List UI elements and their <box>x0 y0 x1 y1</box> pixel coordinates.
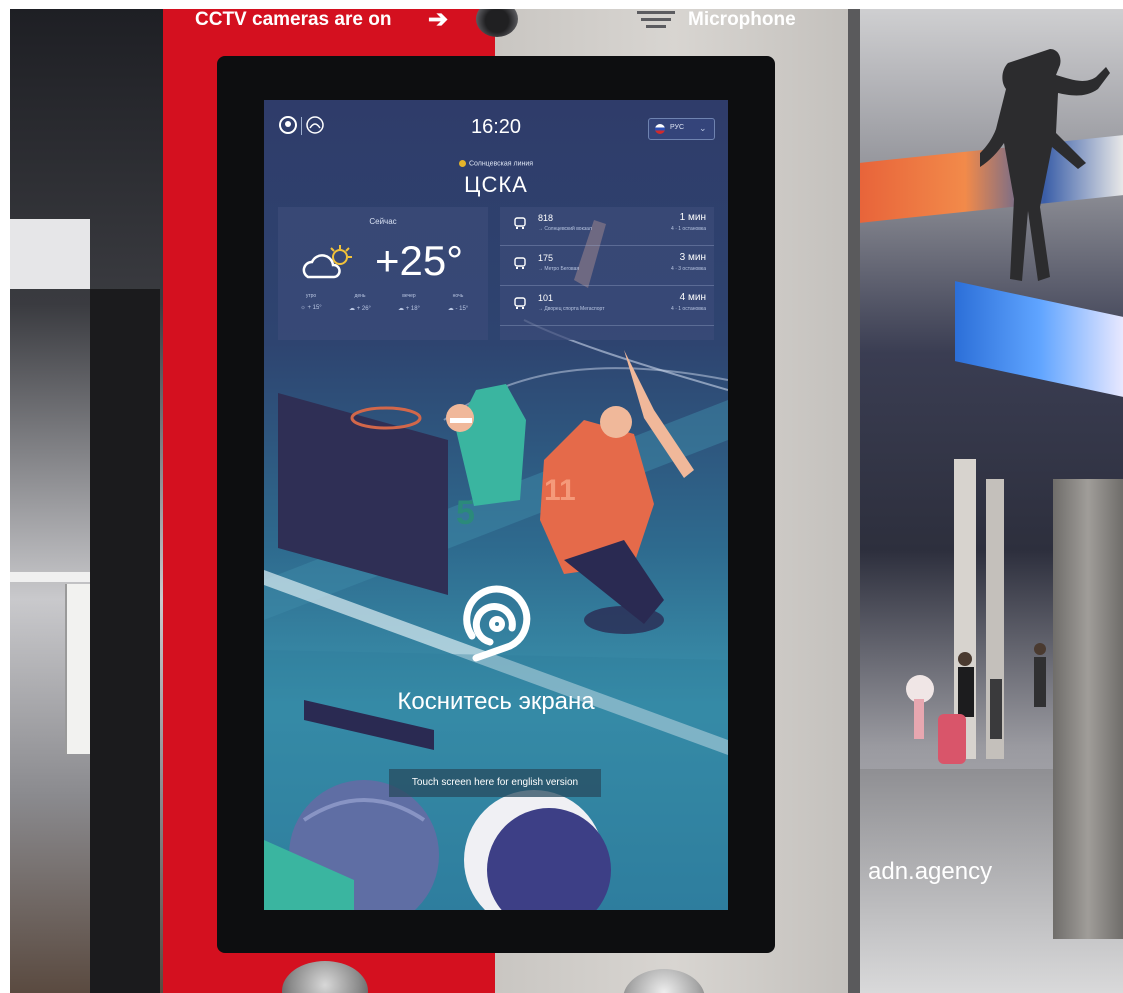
transport-row[interactable]: 101 → Дворец спорта Мегаспорт 4 мин 4 · … <box>500 287 714 326</box>
forecast-period: день <box>354 293 366 299</box>
english-version-button[interactable]: Touch screen here for english version <box>389 769 601 797</box>
photo-scene: CCTV cameras are on ➔ Microphone 5 11 16… <box>10 9 1123 993</box>
route-destination: → Дворец спорта Мегаспорт <box>538 306 605 312</box>
passengers <box>906 643 1046 764</box>
statue-pedestal <box>1053 479 1123 939</box>
metro-line-label: Солнцевская линия <box>468 160 534 168</box>
stops-away: 4 · 1 остановка <box>671 226 706 232</box>
touch-screen-prompt[interactable]: Коснитесь экрана <box>264 688 728 716</box>
microphone-grille-icon <box>637 11 675 33</box>
transport-card[interactable]: 818 → Солнцевский вокзал 1 мин 4 · 1 ост… <box>500 207 714 340</box>
forecast-period: вечер <box>402 293 416 299</box>
route-number: 101 <box>538 293 554 303</box>
stops-away: 4 · 1 остановка <box>671 306 706 312</box>
metro-line: Солнцевская линия <box>264 160 728 167</box>
svg-text:11: 11 <box>544 474 576 507</box>
kiosk-edge <box>848 9 860 993</box>
bus-icon <box>514 257 526 269</box>
forecast-temp: + 18° <box>405 306 420 312</box>
cloud-icon: ☁ <box>398 306 405 312</box>
arrival-time: 3 мин <box>679 252 706 263</box>
language-selector[interactable]: РУС ⌄ <box>648 118 715 140</box>
transport-row[interactable]: 818 → Солнцевский вокзал 1 мин 4 · 1 ост… <box>500 207 714 246</box>
forecast-item: день ☁ + 26° <box>335 293 385 312</box>
sun-icon: ☼ <box>300 305 306 311</box>
arrival-time: 1 мин <box>679 212 706 223</box>
arrow-icon: ➔ <box>428 9 449 33</box>
bus-icon <box>514 217 526 229</box>
svg-text:5: 5 <box>456 494 475 532</box>
route-destination: → Солнцевский вокзал <box>538 226 592 232</box>
forecast-temp: + 15° <box>307 305 322 311</box>
weather-now-label: Сейчас <box>369 217 397 226</box>
arrival-time: 4 мин <box>679 292 706 303</box>
route-number: 175 <box>538 253 554 263</box>
chevron-down-icon: ⌄ <box>699 123 707 133</box>
station-name: ЦСКА <box>464 172 528 197</box>
athlete-statue <box>980 49 1110 281</box>
stops-away: 4 · 3 остановка <box>671 266 706 272</box>
forecast-item: ночь ☁ - 15° <box>433 293 483 312</box>
weather-card[interactable]: Сейчас +25° утро ☼ + 15° день ☁ + 26° ве… <box>278 207 488 340</box>
forecast-period: утро <box>305 293 317 299</box>
forecast-item: утро ☼ + 15° <box>286 293 336 311</box>
forecast-temp: - 15° <box>455 306 469 312</box>
cloud-icon: ☁ <box>349 306 356 312</box>
language-label: РУС <box>670 124 685 131</box>
russia-flag-icon <box>655 124 665 134</box>
forecast-temp: + 26° <box>356 306 371 312</box>
line-dot-icon <box>458 160 466 167</box>
cloud-icon: ☁ <box>447 306 454 312</box>
forecast-item: вечер ☁ + 18° <box>384 293 434 312</box>
bus-icon <box>514 297 526 309</box>
touch-fingerprint-logo-icon[interactable] <box>452 580 542 670</box>
dark-column <box>90 289 160 993</box>
kiosk-screen[interactable]: 5 11 16:20 РУС ⌄ Солнцевская линия ЦСКА … <box>264 100 728 910</box>
route-number: 818 <box>538 213 554 223</box>
cctv-label: CCTV cameras are on <box>195 9 392 30</box>
route-destination: → Метро Беговая <box>538 266 580 272</box>
transport-row[interactable]: 175 → Метро Беговая 3 мин 4 · 3 остановк… <box>500 247 714 286</box>
watermark: adn.agency <box>868 858 993 885</box>
current-temperature: +25° <box>375 237 464 284</box>
partly-cloudy-icon <box>302 245 352 279</box>
station-sign <box>10 572 100 582</box>
forecast-period: ночь <box>452 293 464 299</box>
ceiling-light <box>10 219 90 289</box>
microphone-label: Microphone <box>688 9 796 30</box>
